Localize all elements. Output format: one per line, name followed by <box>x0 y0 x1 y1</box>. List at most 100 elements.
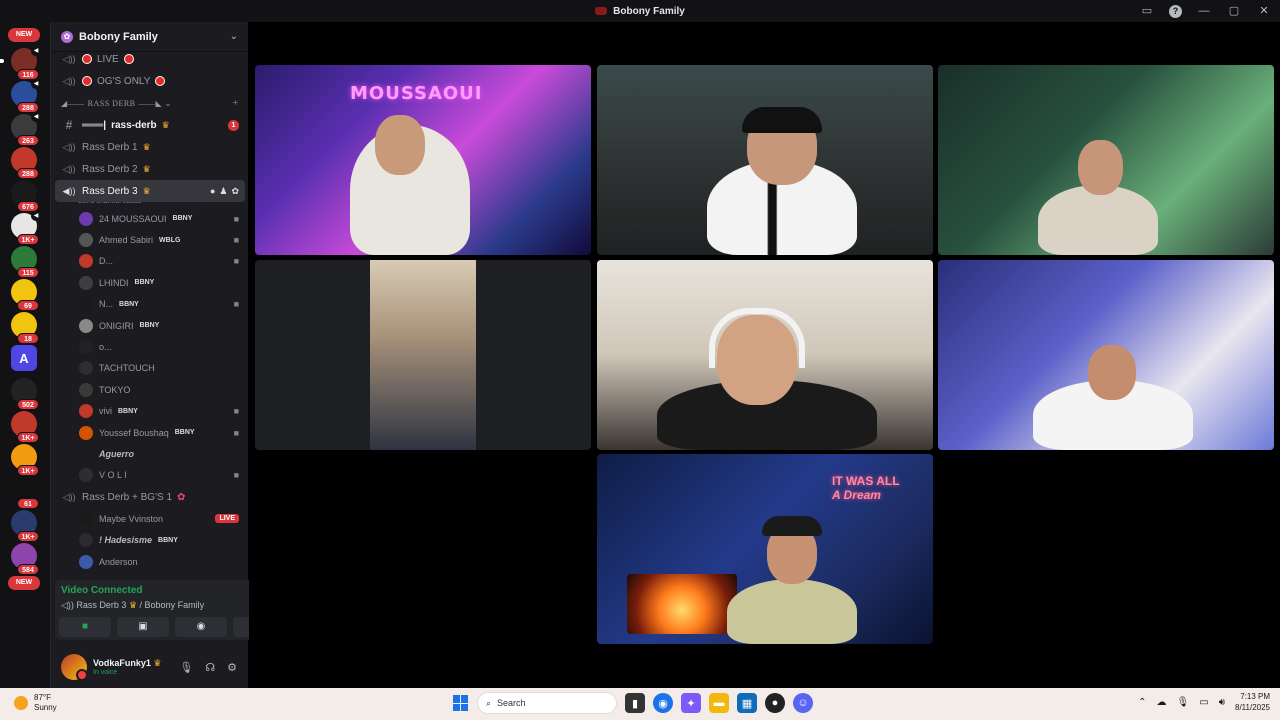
voice-member[interactable]: 24 MOUSSAOUI BBNY ■ <box>51 208 249 229</box>
participant-cap <box>742 107 822 133</box>
task-view-icon[interactable]: ▮ <box>625 693 645 713</box>
chat-icon[interactable]: ● <box>210 186 215 197</box>
server-icon[interactable]: 115 <box>11 246 39 278</box>
inbox-icon[interactable]: ▭ <box>1139 3 1155 19</box>
channel-actions: ● ♟ ✿ <box>210 186 239 197</box>
avatar[interactable] <box>61 654 88 681</box>
file-explorer-icon[interactable]: ▬ <box>709 693 729 713</box>
add-channel-icon[interactable]: + <box>232 97 239 109</box>
video-tile-7[interactable]: IT WAS ALL A Dream <box>597 454 933 644</box>
voice-member[interactable]: D... ■ <box>51 251 249 272</box>
voice-member[interactable]: V O L I ■ <box>51 465 249 486</box>
speaker-icon: ◁)) <box>62 75 76 86</box>
obs-icon[interactable]: ● <box>765 693 785 713</box>
channel-rass-derb-3[interactable]: ◀)) Rass Derb 3 ♛ ● ♟ ✿ <box>55 180 245 202</box>
headphones-icon[interactable]: ☊ <box>205 661 215 674</box>
category-divider: ——◣ ⌄ <box>138 98 172 108</box>
server-letter-icon: A <box>19 350 29 366</box>
channel-rass-derb-text[interactable]: # ═══| rass-derb ♛ 1 <box>51 114 249 136</box>
help-icon[interactable]: ? <box>1169 4 1182 18</box>
chevron-up-icon[interactable]: ⌃ <box>1138 697 1146 708</box>
close-button[interactable]: ✕ <box>1256 3 1272 19</box>
voice-member[interactable]: o... <box>51 336 249 357</box>
screen-share-button[interactable]: ▣ <box>117 617 169 637</box>
weather-widget[interactable]: 87°F Sunny <box>14 693 57 713</box>
voice-member[interactable]: Ahmed Sabiri WBLG ■ <box>51 229 249 250</box>
voice-member[interactable]: TOKYO <box>51 379 249 400</box>
display-icon[interactable]: ▭ <box>1199 697 1208 708</box>
new-badge-top[interactable]: NEW <box>8 28 40 42</box>
invite-icon[interactable]: ♟ <box>219 186 227 197</box>
avatar <box>79 361 93 376</box>
server-icon[interactable]: 1K+ <box>11 411 39 443</box>
voice-channel[interactable]: ◁)) Rass Derb 3 ♛ / Bobony Family <box>61 600 204 611</box>
video-tile-4[interactable] <box>255 260 591 450</box>
fireplace <box>627 574 737 634</box>
video-tile-2[interactable] <box>597 65 933 255</box>
server-icon[interactable]: 288 <box>11 147 39 179</box>
taskbar-search[interactable]: ⌕ Search <box>477 692 617 714</box>
camera-button[interactable]: ■ <box>59 617 111 637</box>
copilot-icon[interactable]: ✦ <box>681 693 701 713</box>
video-tile-6[interactable] <box>938 260 1274 450</box>
channel-label: OG'S ONLY <box>97 75 151 87</box>
server-icon[interactable]: 69 <box>11 279 39 311</box>
store-icon[interactable]: ▦ <box>737 693 757 713</box>
windows-start-icon[interactable] <box>453 695 469 711</box>
onedrive-icon[interactable]: ☁ <box>1157 697 1167 708</box>
server-icon[interactable]: 61 <box>11 477 39 509</box>
voice-member[interactable]: Maybe Vvinston LIVE <box>51 508 249 529</box>
minimize-button[interactable]: — <box>1196 3 1212 19</box>
video-tile-5[interactable] <box>597 260 933 450</box>
category-name: RASS DERB <box>87 98 136 108</box>
flower-icon: ✿ <box>177 491 186 503</box>
new-badge-bottom[interactable]: NEW <box>8 576 40 590</box>
server-icon[interactable]: 1K+ <box>11 510 39 542</box>
chrome-icon[interactable]: ◉ <box>653 693 673 713</box>
voice-member[interactable]: ! Hadesisme BBNY <box>51 529 249 550</box>
microphone-icon[interactable]: 🎙︎ <box>1177 697 1190 708</box>
category-rass-derb[interactable]: ◢—— RASS DERB ——◣ ⌄ + <box>51 92 249 114</box>
clock[interactable]: 7:13 PM 8/11/2025 <box>1235 691 1270 713</box>
activity-button[interactable]: ◉ <box>175 617 227 637</box>
guild-tag: BBNY <box>174 429 195 437</box>
settings-icon[interactable]: ⚙ <box>227 661 237 674</box>
video-tile-3[interactable] <box>938 65 1274 255</box>
chevron-down-icon[interactable]: ⌄ <box>230 31 238 42</box>
voice-member[interactable]: vivi BBNY ■ <box>51 401 249 422</box>
voice-member[interactable]: Aguerro <box>51 443 249 464</box>
channel-rass-derb-bgs[interactable]: ◁)) Rass Derb + BG'S 1 ✿ <box>51 486 249 508</box>
server-icon[interactable]: ◀ 1K+ <box>11 211 41 245</box>
server-icon[interactable]: A <box>11 345 37 371</box>
channel-live[interactable]: ◁)) LIVE <box>51 48 249 70</box>
video-tile-1[interactable]: MOUSSAOUI <box>255 65 591 255</box>
member-name: D... <box>99 256 114 267</box>
volume-icon[interactable]: 🔊︎ <box>1219 697 1225 708</box>
voice-member[interactable]: Anderson <box>51 551 249 572</box>
member-name: vivi <box>99 406 112 417</box>
voice-member[interactable]: TACHTOUCH <box>51 358 249 379</box>
member-name: Maybe Vvinston <box>99 513 164 524</box>
server-icon[interactable]: ◀ 288 <box>11 79 41 113</box>
server-icon[interactable]: ◀ 263 <box>11 112 41 146</box>
voice-member[interactable]: Youssef Boushaq BBNY ■ <box>51 422 249 443</box>
voice-member[interactable]: LHINDI BBNY <box>51 272 249 293</box>
participant-head <box>375 115 425 175</box>
server-icon[interactable]: 584 <box>11 543 39 575</box>
voice-status[interactable]: Video Connected <box>61 585 143 596</box>
server-icon[interactable]: 676 <box>11 180 39 212</box>
microphone-icon[interactable]: 🎙︎ <box>179 661 193 674</box>
server-icon[interactable]: 502 <box>11 378 39 410</box>
server-icon[interactable]: 1K+ <box>11 444 39 476</box>
user-info[interactable]: VodkaFunky1 ♛ In voice <box>93 658 161 676</box>
voice-member[interactable]: ONIGIRI BBNY <box>51 315 249 336</box>
channel-rass-derb-2[interactable]: ◁)) Rass Derb 2 ♛ <box>51 158 249 180</box>
voice-member[interactable]: N... BBNY ■ <box>51 294 249 315</box>
maximize-button[interactable]: ▢ <box>1226 3 1242 19</box>
channel-rass-derb-1[interactable]: ◁)) Rass Derb 1 ♛ <box>51 136 249 158</box>
server-icon[interactable]: 18 <box>11 312 39 344</box>
server-icon[interactable]: ◀ 116 <box>0 46 41 80</box>
channel-ogs-only[interactable]: ◁)) OG'S ONLY <box>51 70 249 92</box>
discord-icon[interactable]: ☺ <box>793 693 813 713</box>
settings-icon[interactable]: ✿ <box>231 186 239 197</box>
